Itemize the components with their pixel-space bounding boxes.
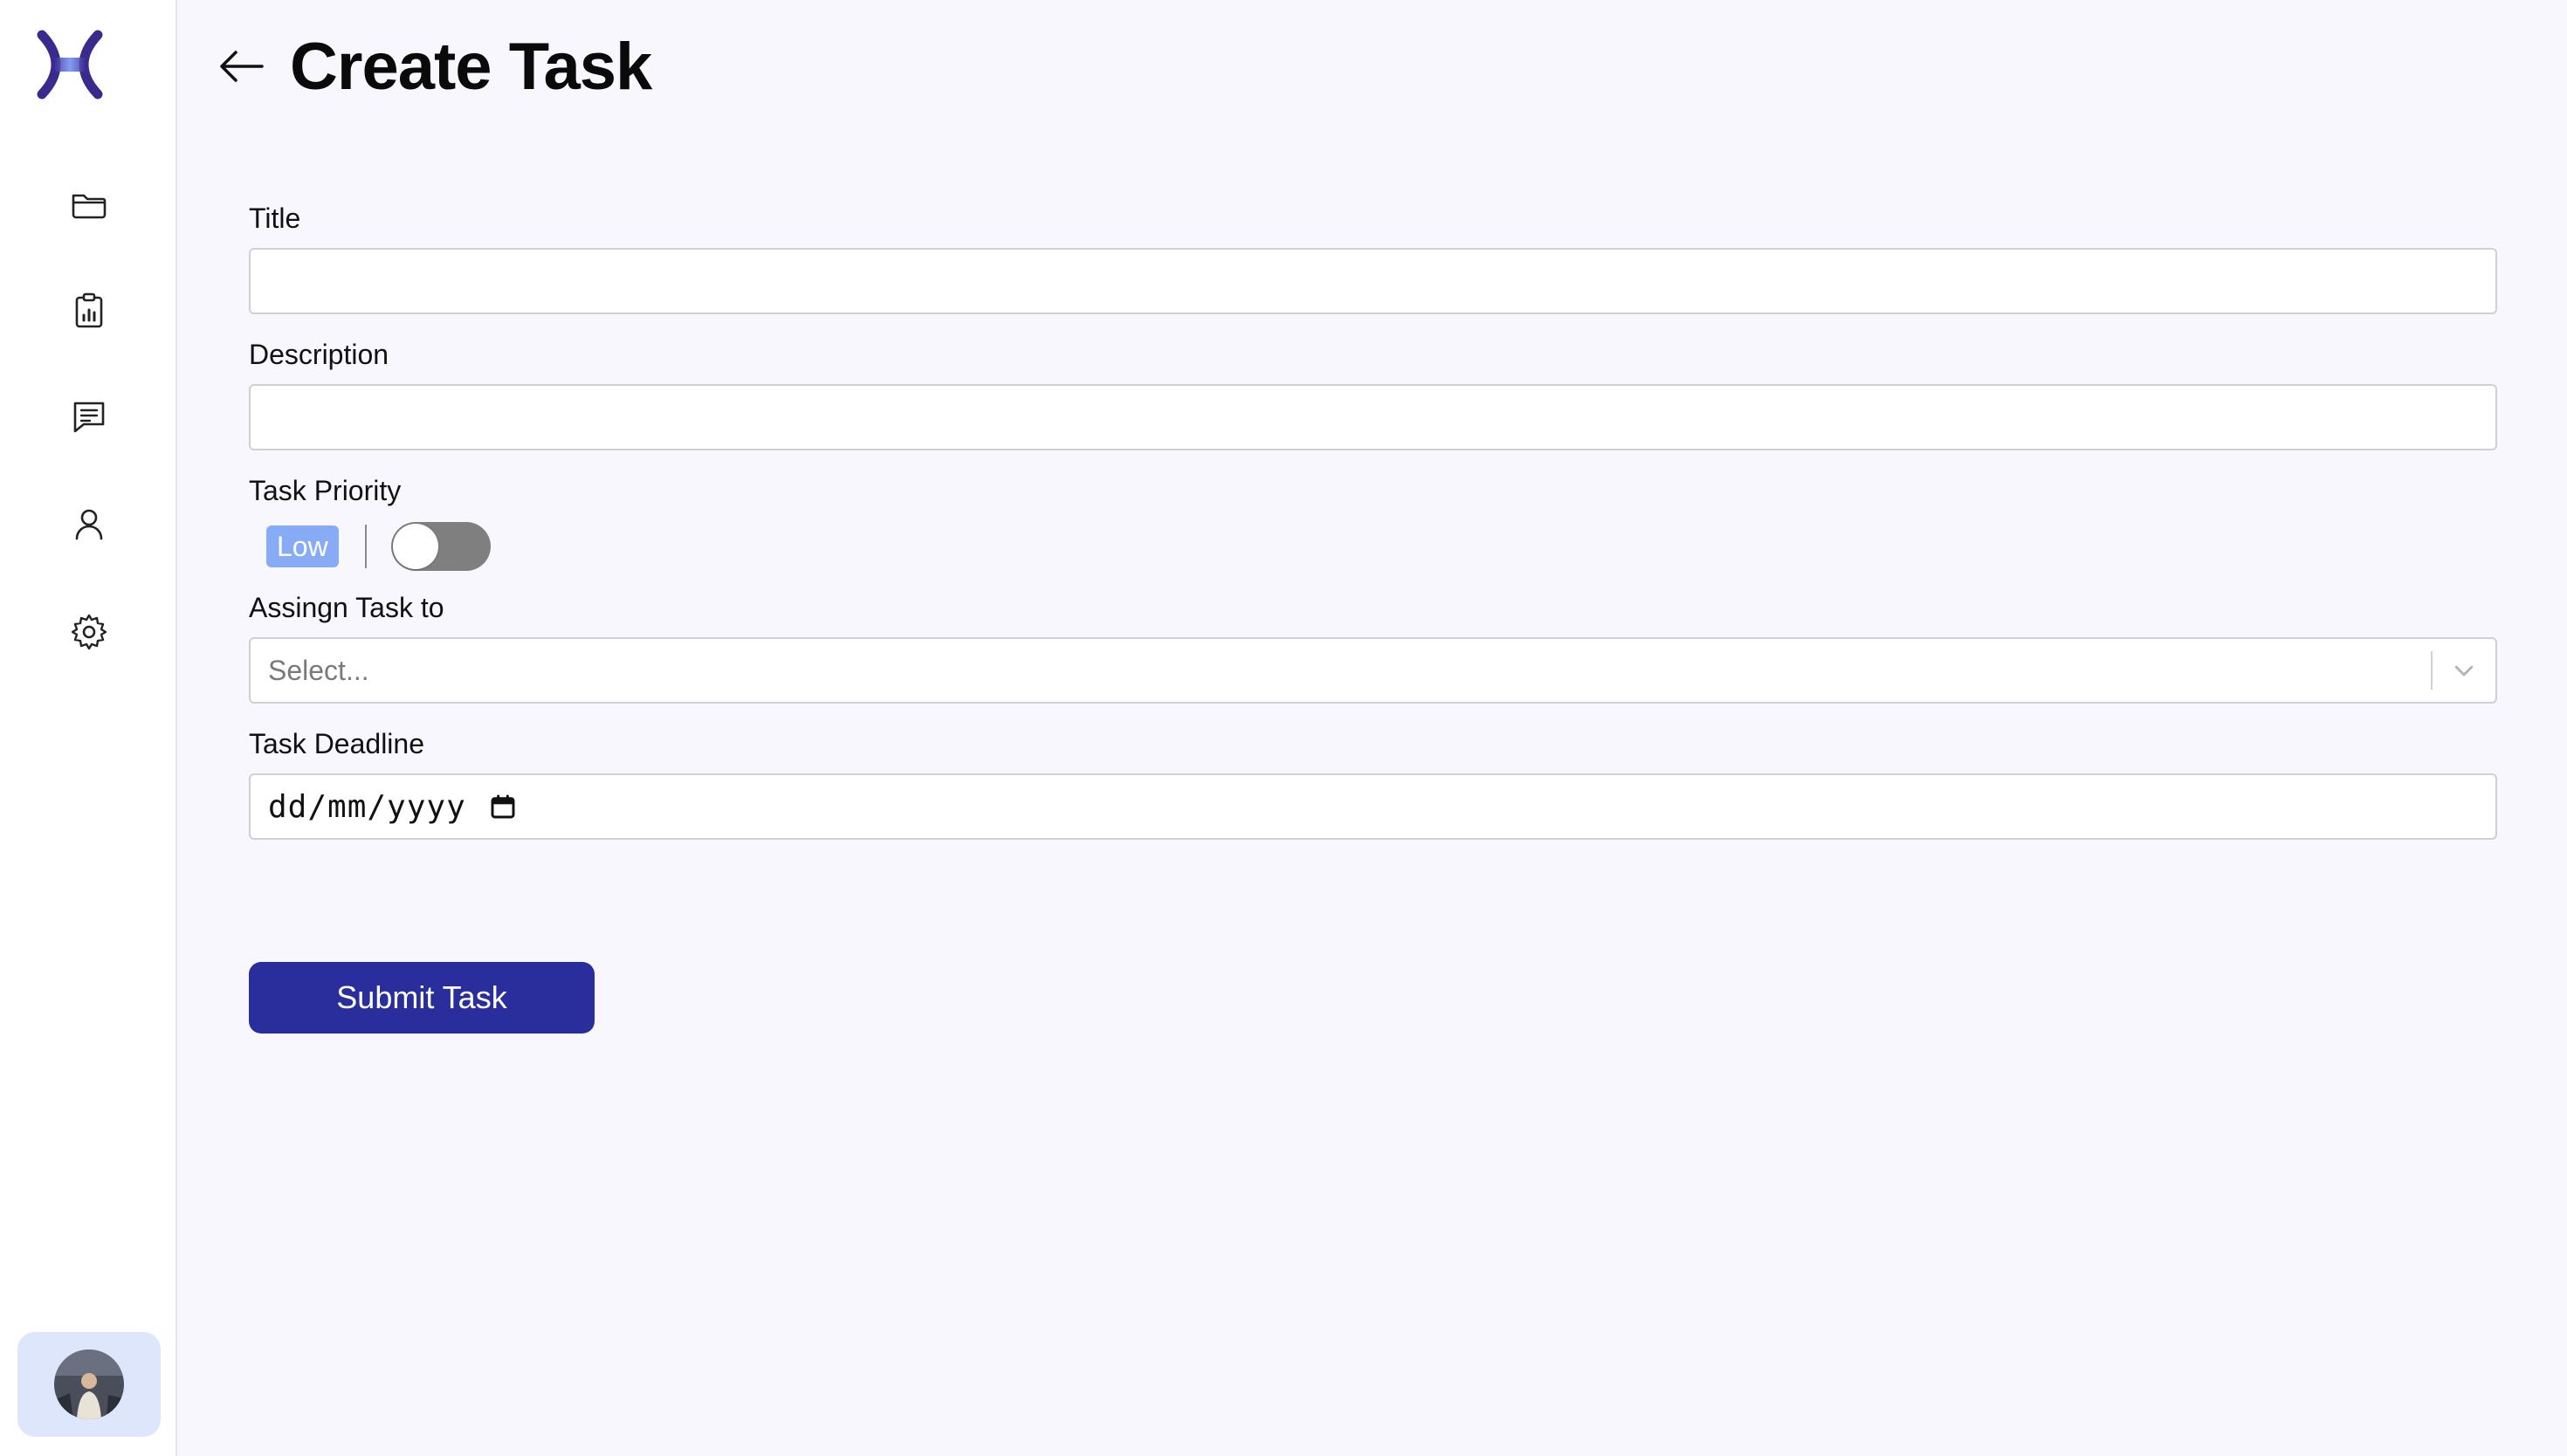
back-button[interactable]: [213, 38, 269, 94]
chevron-down-icon[interactable]: [2433, 639, 2495, 702]
priority-divider: [364, 525, 367, 568]
clipboard-chart-icon: [75, 292, 103, 328]
page-header: Create Task: [213, 24, 652, 108]
calendar-icon[interactable]: [487, 791, 519, 822]
assign-select[interactable]: Select...: [249, 637, 2497, 704]
sidebar-item-settings[interactable]: [61, 604, 117, 660]
priority-field-group: Task Priority Low: [249, 473, 2497, 573]
chat-icon: [73, 402, 105, 433]
priority-toggle[interactable]: [390, 522, 491, 571]
avatar: [54, 1350, 124, 1419]
user-icon: [75, 509, 103, 540]
deadline-date-input[interactable]: dd/mm/yyyy: [249, 773, 2497, 840]
app: Create Task Title Description Task Prior…: [0, 0, 2567, 1456]
title-field-group: Title: [249, 201, 2497, 314]
title-input[interactable]: [249, 248, 2497, 314]
sidebar: [0, 0, 177, 1456]
submit-task-button[interactable]: Submit Task: [249, 962, 595, 1034]
toggle-knob: [392, 524, 438, 569]
app-logo[interactable]: [35, 30, 105, 100]
title-label: Title: [249, 203, 301, 234]
gear-icon: [71, 614, 107, 650]
deadline-label: Task Deadline: [249, 728, 424, 759]
priority-label: Task Priority: [249, 475, 402, 506]
priority-row: Low: [249, 520, 2497, 573]
user-avatar-button[interactable]: [17, 1332, 161, 1437]
folder-icon: [72, 194, 107, 219]
deadline-field-group: Task Deadline dd/mm/yyyy: [249, 726, 2497, 840]
description-field-group: Description: [249, 337, 2497, 450]
assign-select-placeholder: Select...: [268, 654, 369, 686]
sidebar-item-reports[interactable]: [61, 283, 117, 339]
assign-label: Assingn Task to: [249, 592, 444, 623]
sidebar-item-messages[interactable]: [61, 389, 117, 445]
sidebar-item-profile[interactable]: [61, 496, 117, 552]
create-task-form: Title Description Task Priority Low Assi…: [249, 201, 2497, 862]
priority-badge: Low: [266, 525, 339, 567]
page-title: Create Task: [290, 29, 652, 104]
description-input[interactable]: [249, 384, 2497, 450]
arrow-left-icon: [220, 51, 264, 82]
description-label: Description: [249, 339, 389, 370]
date-placeholder: dd/mm/yyyy: [268, 788, 466, 825]
sidebar-item-projects[interactable]: [61, 176, 117, 232]
assign-field-group: Assingn Task to Select...: [249, 590, 2497, 704]
